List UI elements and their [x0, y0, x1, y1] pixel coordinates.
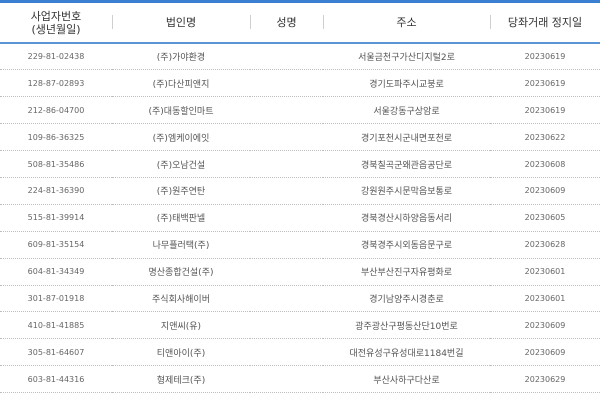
suspended-accounts-table: 사업자번호 (생년월일) 법인명 성명 주소 당좌거래 정지일 229-81-0…	[0, 3, 600, 394]
cell-corp-name: 명산종합건설(주)	[112, 258, 250, 286]
table-row: 229-81-02438 (주)가야환경 서울금천구가산디지털2로 20230619	[0, 43, 600, 71]
cell-biz-no: 609-81-35154	[0, 231, 112, 259]
cell-corp-name: 나무플러택(주)	[112, 231, 250, 259]
header-corp-name: 법인명	[112, 3, 250, 44]
cell-corp-name: (주)다산피앤지	[112, 69, 250, 98]
cell-person-name	[250, 338, 323, 367]
table-row: 212-86-04700 (주)대동할인마트 서울강동구상암로 20230619	[0, 96, 600, 125]
cell-address: 대전유성구유성대로1184번길	[323, 338, 490, 367]
cell-biz-no: 410-81-41885	[0, 311, 112, 340]
table-body: 229-81-02438 (주)가야환경 서울금천구가산디지털2로 20230619 1…	[0, 43, 600, 394]
cell-suspend-date: 20230609	[490, 338, 600, 367]
cell-address: 서울강동구상암로	[323, 96, 490, 125]
table-row: 604-81-34349 명산종합건설(주) 부산부산진구자유평화로 20230601	[0, 258, 600, 286]
cell-biz-no: 229-81-02438	[0, 43, 112, 71]
header-address: 주소	[323, 3, 490, 44]
cell-corp-name: 지앤씨(유)	[112, 311, 250, 340]
cell-corp-name: (주)원주연탄	[112, 177, 250, 205]
cell-person-name	[250, 177, 323, 205]
cell-address: 경기포천시군내면포천로	[323, 123, 490, 152]
cell-person-name	[250, 123, 323, 152]
cell-biz-no: 301-87-01918	[0, 285, 112, 313]
cell-corp-name: 주식회사해이버	[112, 285, 250, 313]
cell-suspend-date: 20230619	[490, 96, 600, 125]
table-row: 109-86-36325 (주)엠케이에잇 경기포천시군내면포천로 20230622	[0, 123, 600, 152]
cell-biz-no: 604-81-34349	[0, 258, 112, 286]
table-row: 609-81-35154 나무플러택(주) 경북경주시외동읍문구로 20230628	[0, 231, 600, 259]
cell-biz-no: 603-81-44316	[0, 365, 112, 394]
cell-suspend-date: 20230628	[490, 231, 600, 259]
cell-suspend-date: 20230601	[490, 285, 600, 313]
cell-person-name	[250, 204, 323, 232]
cell-biz-no: 128-87-02893	[0, 69, 112, 98]
cell-person-name	[250, 231, 323, 259]
header-biz-no-line2: (생년월일)	[31, 22, 81, 36]
cell-suspend-date: 20230609	[490, 177, 600, 205]
cell-address: 강원원주시문막읍보통로	[323, 177, 490, 205]
cell-biz-no: 109-86-36325	[0, 123, 112, 152]
cell-address: 경기도파주시교붕로	[323, 69, 490, 98]
cell-suspend-date: 20230619	[490, 69, 600, 98]
cell-corp-name: (주)대동할인마트	[112, 96, 250, 125]
cell-address: 부산부산진구자유평화로	[323, 258, 490, 286]
cell-suspend-date: 20230629	[490, 365, 600, 394]
cell-address: 경북경산시하양읍동서리	[323, 204, 490, 232]
table-row: 301-87-01918 주식회사해이버 경기남양주시경춘로 20230601	[0, 285, 600, 313]
header-row: 사업자번호 (생년월일) 법인명 성명 주소 당좌거래 정지일	[0, 3, 600, 44]
cell-address: 서울금천구가산디지털2로	[323, 43, 490, 71]
table-row: 128-87-02893 (주)다산피앤지 경기도파주시교붕로 20230619	[0, 69, 600, 98]
cell-person-name	[250, 285, 323, 313]
cell-address: 경북칠곡군왜관읍공단로	[323, 150, 490, 178]
header-biz-no: 사업자번호 (생년월일)	[0, 3, 112, 44]
cell-corp-name: (주)태백판넬	[112, 204, 250, 232]
cell-corp-name: (주)오남건설	[112, 150, 250, 178]
cell-suspend-date: 20230619	[490, 43, 600, 71]
header-person-name: 성명	[250, 3, 323, 44]
cell-address: 경북경주시외동읍문구로	[323, 231, 490, 259]
cell-person-name	[250, 365, 323, 394]
cell-biz-no: 508-81-35486	[0, 150, 112, 178]
cell-person-name	[250, 96, 323, 125]
cell-person-name	[250, 43, 323, 71]
cell-person-name	[250, 150, 323, 178]
cell-suspend-date: 20230609	[490, 311, 600, 340]
table-row: 603-81-44316 형제테크(주) 부산사하구다산로 20230629	[0, 365, 600, 394]
cell-person-name	[250, 311, 323, 340]
cell-biz-no: 224-81-36390	[0, 177, 112, 205]
table-row: 305-81-64607 티앤아이(주) 대전유성구유성대로1184번길 202306…	[0, 338, 600, 367]
cell-address: 광주광산구평동산단10번로	[323, 311, 490, 340]
cell-corp-name: (주)가야환경	[112, 43, 250, 71]
cell-corp-name: (주)엠케이에잇	[112, 123, 250, 152]
table-row: 515-81-39914 (주)태백판넬 경북경산시하양읍동서리 20230605	[0, 204, 600, 232]
header-biz-no-line1: 사업자번호	[30, 9, 82, 23]
cell-address: 부산사하구다산로	[323, 365, 490, 394]
cell-corp-name: 티앤아이(주)	[112, 338, 250, 367]
header-suspend-date: 당좌거래 정지일	[490, 3, 600, 44]
cell-address: 경기남양주시경춘로	[323, 285, 490, 313]
cell-biz-no: 305-81-64607	[0, 338, 112, 367]
table-row: 410-81-41885 지앤씨(유) 광주광산구평동산단10번로 20230609	[0, 311, 600, 340]
cell-biz-no: 212-86-04700	[0, 96, 112, 125]
table-row: 508-81-35486 (주)오남건설 경북칠곡군왜관읍공단로 20230608	[0, 150, 600, 178]
cell-person-name	[250, 69, 323, 98]
table-row: 224-81-36390 (주)원주연탄 강원원주시문막읍보통로 20230609	[0, 177, 600, 205]
suspended-accounts-table-container: 사업자번호 (생년월일) 법인명 성명 주소 당좌거래 정지일 229-81-0…	[0, 0, 600, 412]
cell-suspend-date: 20230601	[490, 258, 600, 286]
cell-person-name	[250, 258, 323, 286]
cell-suspend-date: 20230608	[490, 150, 600, 178]
cell-suspend-date: 20230605	[490, 204, 600, 232]
cell-corp-name: 형제테크(주)	[112, 365, 250, 394]
cell-biz-no: 515-81-39914	[0, 204, 112, 232]
table-header: 사업자번호 (생년월일) 법인명 성명 주소 당좌거래 정지일	[0, 3, 600, 44]
cell-suspend-date: 20230622	[490, 123, 600, 152]
